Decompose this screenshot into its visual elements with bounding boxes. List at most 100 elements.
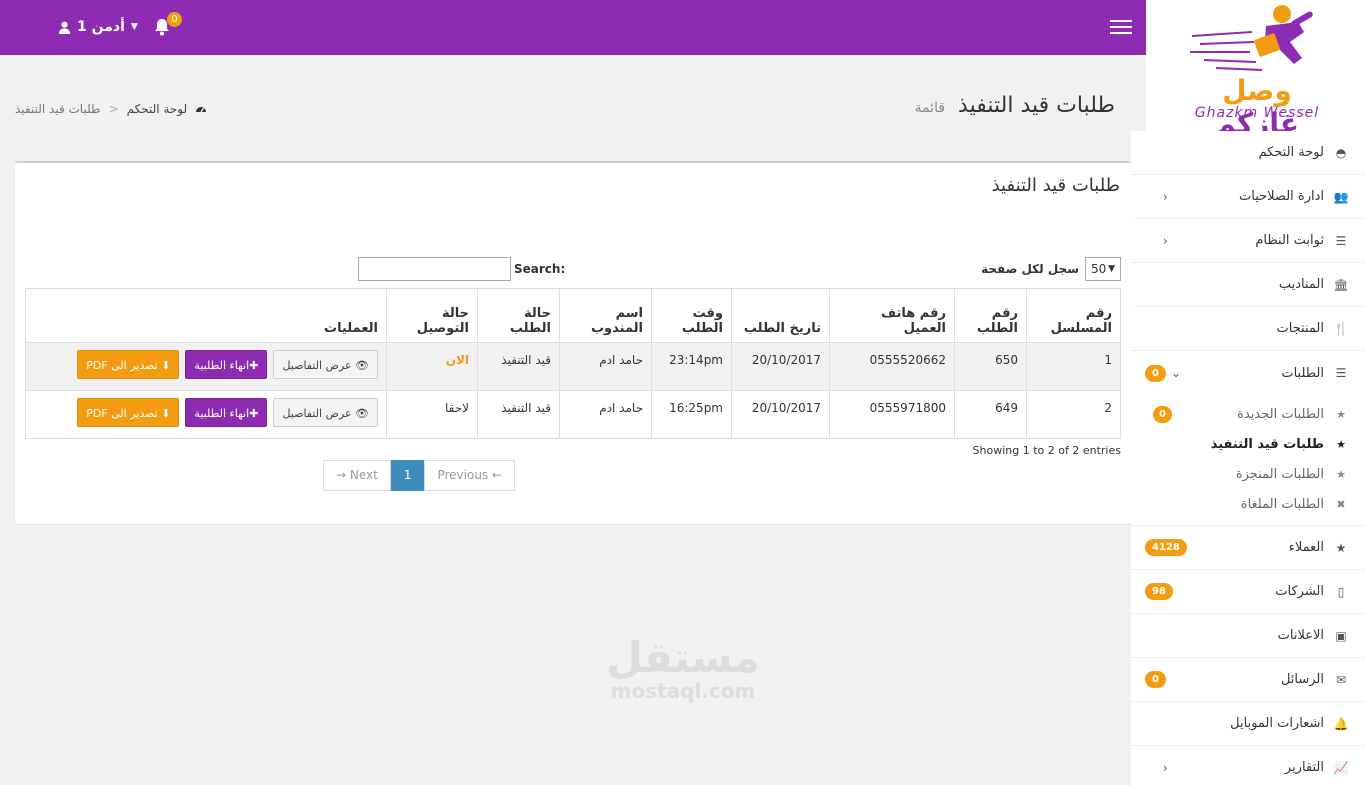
table-header-row: رقم المسلسل رقم الطلب رقم هاتف العميل تا… (25, 288, 1121, 343)
eye-icon: 👁 (355, 407, 369, 420)
sidebar-item-label: الشركات (1275, 584, 1324, 599)
user-name: أدمن 1 (77, 19, 125, 35)
view-details-label: عرض التفاصيل (282, 359, 352, 372)
column-header[interactable]: حالة الطلب (477, 288, 560, 343)
column-header[interactable]: تاريخ الطلب (731, 288, 830, 343)
sidebar-item-ads[interactable]: ▣ الاعلانات (1131, 614, 1366, 658)
search-input[interactable] (358, 257, 511, 281)
companies-badge: 98 (1145, 583, 1173, 600)
sidebar-subitem-in-progress[interactable]: ★ طلبات قيد التنفيذ (1131, 429, 1366, 459)
export-pdf-button[interactable]: ⬇ تصدير الى PDF (77, 398, 180, 427)
next-page-button[interactable]: → Next (323, 460, 391, 491)
sidebar-item-permissions[interactable]: 👥 ادارة الصلاحيات ‹ (1131, 175, 1366, 219)
sidebar-subitem-label: الطلبات الجديدة (1237, 406, 1324, 422)
serial-cell: 2 (1026, 390, 1121, 439)
users-icon: 👥 (1333, 189, 1349, 204)
sidebar-item-system-constants[interactable]: ☰ ثوابت النظام ‹ (1131, 219, 1366, 263)
search-control: Search: (358, 257, 565, 281)
agent-cell: حامد ادم (559, 390, 652, 439)
sidebar-item-dashboard[interactable]: ◓ لوحة التحكم (1131, 131, 1366, 175)
star-icon: ★ (1336, 407, 1346, 421)
page-title: طلبات قيد التنفيذ قائمة (915, 93, 1115, 118)
user-menu[interactable]: ▼ أدمن 1 (58, 19, 138, 35)
sidebar-item-orders[interactable]: ☰ الطلبات ⌄ 0 (1131, 351, 1366, 395)
page-length-select[interactable]: 50 ▼ (1085, 257, 1121, 281)
time-cell: 16:25pm (651, 390, 732, 439)
date-cell: 20/10/2017 (731, 342, 830, 391)
orders-box: طلبات قيد التنفيذ 50 ▼ سجل لكل صفحة Sear… (15, 161, 1131, 524)
order-number-cell: 649 (954, 390, 1027, 439)
column-header[interactable]: اسم المندوب (559, 288, 652, 343)
sidebar-item-label: الطلبات (1281, 365, 1324, 381)
notifications-button[interactable]: 0 (153, 12, 182, 41)
top-navbar: ▼ أدمن 1 0 (0, 0, 1146, 55)
download-icon: ⬇ (161, 359, 171, 372)
sidebar-item-label: لوحة التحكم (1258, 145, 1324, 160)
end-order-label: انهاء الطلبية (194, 359, 250, 372)
sidebar-item-label: العملاء (1288, 540, 1324, 555)
sidebar-subitem-label: طلبات قيد التنفيذ (1210, 436, 1324, 452)
orders-badge: 0 (1145, 364, 1166, 382)
page-1-button[interactable]: 1 (390, 460, 425, 491)
delivery-cell: لاحقا (386, 390, 478, 439)
column-header[interactable]: وقت الطلب (651, 288, 732, 343)
sidebar-item-companies[interactable]: ▯ الشركات 98 (1131, 570, 1366, 614)
star-icon: ★ (1336, 467, 1346, 481)
chevron-down-icon: ⌄ (1171, 366, 1182, 380)
sidebar-item-reports[interactable]: 📈 التقارير ‹ (1131, 746, 1366, 785)
column-header[interactable]: العمليات (25, 288, 387, 343)
new-orders-badge: 0 (1153, 405, 1172, 423)
cutlery-icon: 🍴 (1333, 321, 1349, 336)
sidebar-item-customers[interactable]: ★ العملاء 4128 (1131, 526, 1366, 570)
view-details-button[interactable]: 👁 عرض التفاصيل (273, 350, 378, 379)
view-details-button[interactable]: 👁 عرض التفاصيل (273, 398, 378, 427)
sidebar-subitem-completed[interactable]: ★ الطلبات المنجزة (1131, 459, 1366, 489)
page-length-control: 50 ▼ سجل لكل صفحة (981, 257, 1121, 281)
delivery-cell: الان (386, 342, 478, 391)
sidebar-item-label: المناديب (1278, 277, 1324, 292)
dashboard-icon: ◓ (1335, 145, 1347, 160)
sidebar-item-agents[interactable]: 🏛 المناديب (1131, 263, 1366, 307)
end-order-label: انهاء الطلبية (194, 407, 250, 420)
end-order-button[interactable]: ✚انهاء الطلبية (185, 350, 268, 379)
export-pdf-button[interactable]: ⬇ تصدير الى PDF (77, 350, 180, 379)
sidebar-item-label: اشعارات الموبايل (1230, 716, 1324, 731)
page-length-value: 50 (1091, 262, 1107, 276)
sidebar-item-label: الرسائل (1280, 672, 1324, 687)
date-cell: 20/10/2017 (731, 390, 830, 439)
watermark-arabic: مستقل (606, 633, 760, 682)
order-number-cell: 650 (954, 342, 1027, 391)
page-title-text: طلبات قيد التنفيذ (958, 93, 1115, 118)
server-icon: ☰ (1335, 366, 1347, 380)
eye-icon: 👁 (355, 359, 369, 372)
end-order-button[interactable]: ✚انهاء الطلبية (185, 398, 268, 427)
table-row: 1 650 0555520662 20/10/2017 23:14pm حامد… (25, 342, 1121, 391)
logo-mark-icon (1190, 5, 1313, 71)
table-row: 2 649 0555971800 20/10/2017 16:25pm حامد… (25, 390, 1121, 439)
column-header[interactable]: حالة التوصيل (386, 288, 478, 343)
actions-cell: 👁 عرض التفاصيل ✚انهاء الطلبية ⬇ تصدير ال… (25, 342, 387, 391)
sidebar-toggle-button[interactable] (1110, 16, 1132, 38)
view-details-label: عرض التفاصيل (282, 407, 352, 420)
hamburger-line-icon (1110, 32, 1132, 34)
sidebar-subitem-new-orders[interactable]: ★ الطلبات الجديدة 0 (1131, 399, 1366, 429)
sidebar-item-messages[interactable]: ✉ الرسائل 0 (1131, 658, 1366, 702)
previous-page-button[interactable]: Previous ← (424, 460, 516, 491)
pagination: → Next 1 Previous ← (323, 460, 516, 491)
status-cell: قيد التنفيذ (477, 342, 560, 391)
sidebar-item-mobile-notifications[interactable]: 🔔 اشعارات الموبايل (1131, 702, 1366, 746)
column-header[interactable]: رقم الطلب (954, 288, 1027, 343)
page-length-label: سجل لكل صفحة (981, 262, 1079, 276)
logo-text-part2: وصل (1222, 74, 1292, 107)
column-header[interactable]: رقم المسلسل (1026, 288, 1121, 343)
breadcrumb-current: طلبات قيد التنفيذ (15, 102, 101, 116)
sidebar-item-products[interactable]: 🍴 المنتجات (1131, 307, 1366, 351)
sidebar-subitem-label: الطلبات المنجزة (1235, 466, 1324, 482)
bell-icon: 🔔 (1333, 716, 1349, 731)
sidebar-subitem-cancelled[interactable]: ✖ الطلبات الملغاة (1131, 489, 1366, 519)
agent-cell: حامد ادم (559, 342, 652, 391)
status-cell: قيد التنفيذ (477, 390, 560, 439)
sidebar: ◓ لوحة التحكم 👥 ادارة الصلاحيات ‹ ☰ ثواب… (1131, 131, 1366, 785)
column-header[interactable]: رقم هاتف العميل (829, 288, 955, 343)
breadcrumb-home-link[interactable]: لوحة التحكم (127, 102, 188, 116)
